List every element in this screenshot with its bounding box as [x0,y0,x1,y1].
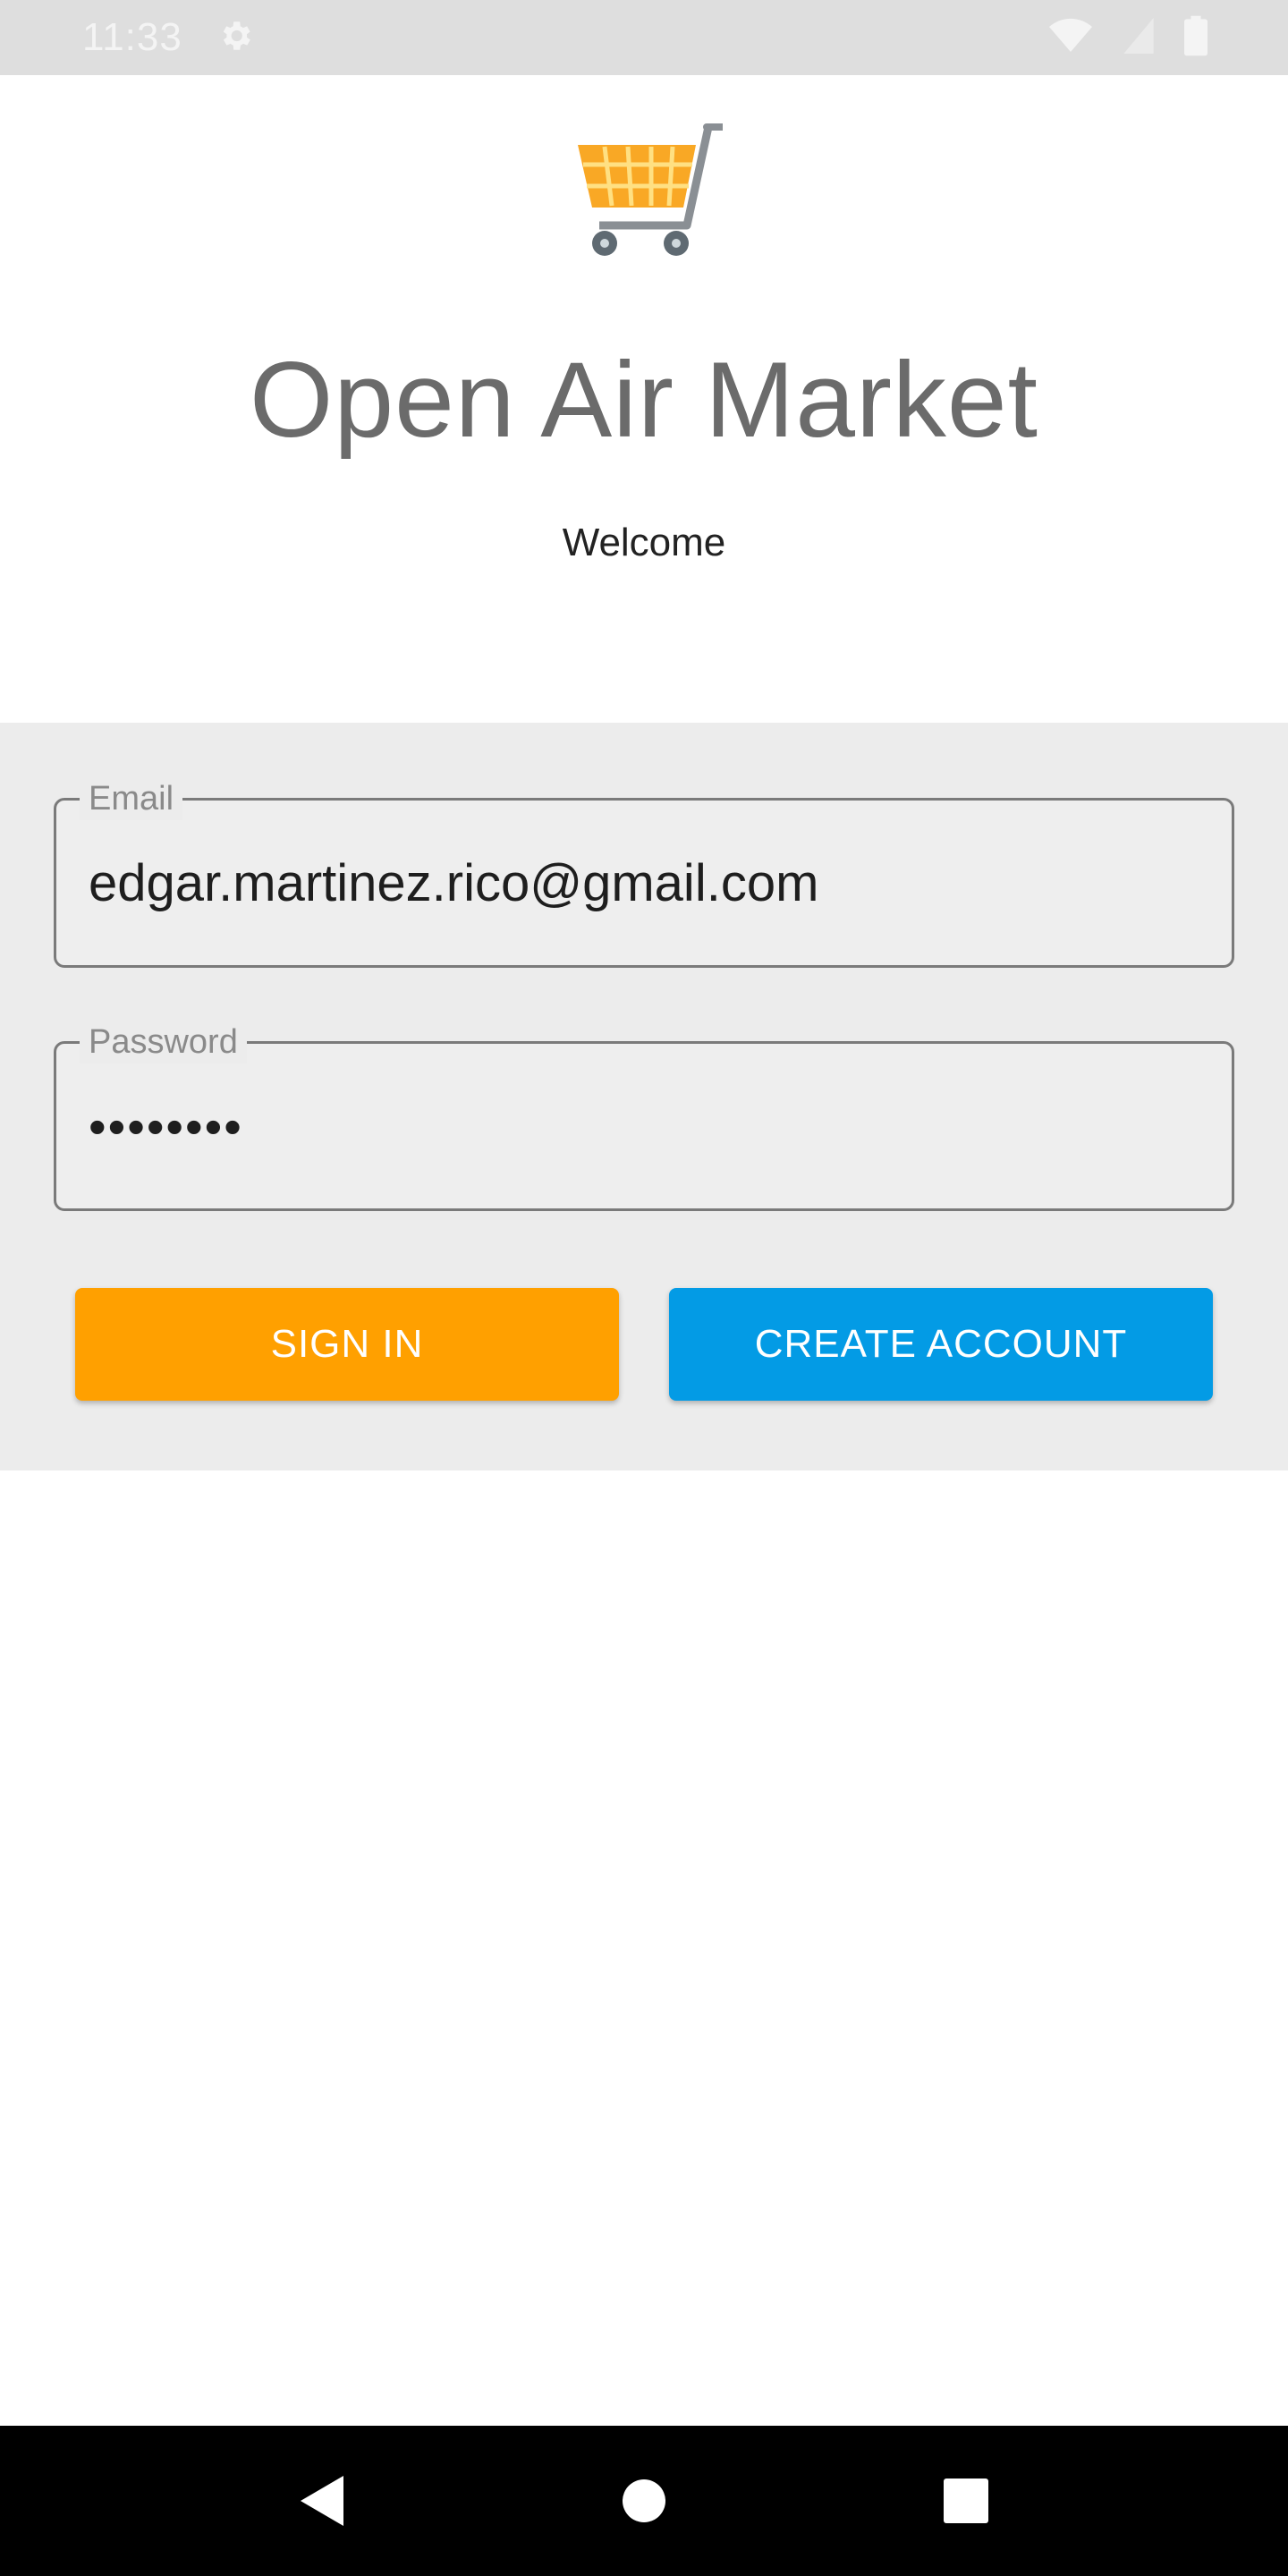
recents-icon[interactable] [930,2465,1002,2537]
password-field[interactable]: Password •••••••• [54,1021,1234,1211]
back-icon[interactable] [286,2465,358,2537]
app-title: Open Air Market [249,340,1038,460]
sign-in-button[interactable]: SIGN IN [75,1288,619,1401]
email-field[interactable]: Email edgar.martinez.rico@gmail.com [54,777,1234,968]
status-time: 11:33 [82,15,182,59]
status-bar: 11:33 [0,0,1288,75]
home-icon[interactable] [608,2465,680,2537]
navigation-bar [0,2426,1288,2576]
create-account-button[interactable]: CREATE ACCOUNT [669,1288,1213,1401]
email-input[interactable]: edgar.martinez.rico@gmail.com [89,801,818,965]
password-input[interactable]: •••••••• [89,1044,243,1208]
cell-signal-icon [1123,17,1154,58]
welcome-text: Welcome [562,521,726,564]
wifi-icon [1048,18,1093,58]
status-left: 11:33 [82,15,254,60]
shopping-cart-icon [572,118,728,261]
status-right [1048,15,1208,61]
battery-icon [1184,15,1208,61]
settings-gear-icon [216,17,254,59]
